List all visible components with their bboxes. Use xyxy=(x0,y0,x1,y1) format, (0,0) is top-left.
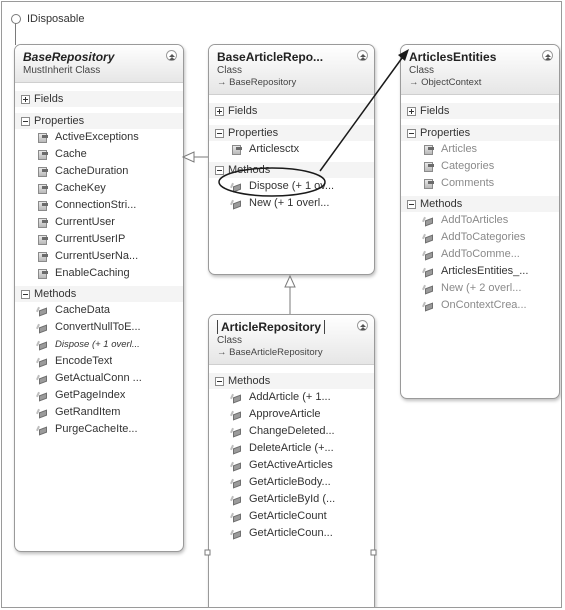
resize-handle[interactable] xyxy=(370,549,377,556)
association-arrowhead xyxy=(398,49,409,61)
association-arrow-line xyxy=(319,57,403,172)
connector-overlay xyxy=(181,49,409,556)
inheritance-arrowhead xyxy=(181,151,195,163)
resize-handle[interactable] xyxy=(204,549,211,556)
inheritance-arrowhead xyxy=(284,274,296,288)
highlight-ellipse xyxy=(218,167,326,197)
class-diagram-canvas: IDisposable BaseRepository MustInherit C… xyxy=(1,1,562,608)
